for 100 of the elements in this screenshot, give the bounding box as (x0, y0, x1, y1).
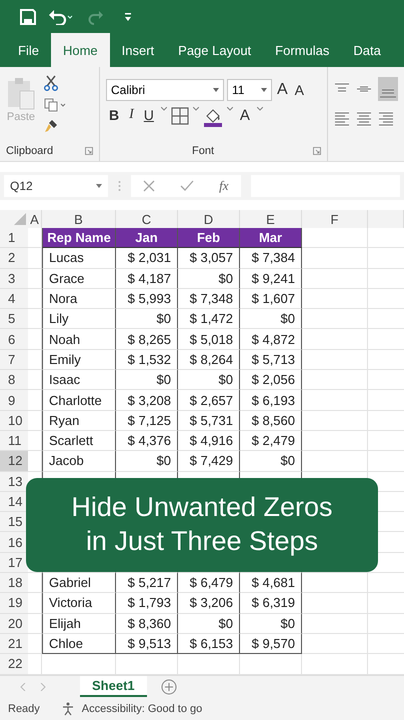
empty-cell (302, 593, 368, 614)
row-header[interactable]: 5 (0, 309, 28, 330)
empty-cell (28, 430, 42, 452)
row-header[interactable]: 8 (0, 370, 28, 390)
table-cell: $ 5,713 (240, 350, 302, 370)
empty-cell (302, 329, 368, 350)
row-header[interactable]: 13 (0, 472, 28, 492)
table-cell: $0 (240, 614, 302, 634)
fill-color-icon[interactable] (202, 107, 223, 127)
align-right-icon[interactable] (378, 111, 394, 127)
table-cell: $ 8,264 (178, 350, 240, 370)
dropdown-arrow-icon[interactable] (96, 184, 102, 188)
row-header[interactable]: 21 (0, 634, 28, 654)
bottom-align-icon[interactable] (378, 77, 398, 101)
table-cell: $ 7,384 (240, 248, 302, 269)
row-header[interactable]: 2 (0, 248, 28, 269)
row-header[interactable]: 1 (0, 228, 28, 248)
cut-icon[interactable] (44, 75, 58, 91)
copy-icon[interactable] (44, 98, 66, 112)
dialog-launcher-icon[interactable] (313, 147, 321, 155)
dialog-launcher-icon[interactable] (85, 147, 93, 155)
table-cell: $ 4,681 (240, 573, 302, 594)
table-cell: $0 (178, 614, 240, 634)
insert-function-button[interactable]: fx (219, 178, 229, 194)
table-cell: $ 8,265 (116, 329, 178, 350)
font-size-dropdown[interactable]: 11 (227, 79, 272, 101)
row-header[interactable]: 16 (0, 532, 28, 553)
status-text: Ready (8, 702, 40, 715)
dropdown-arrow-icon[interactable] (213, 88, 219, 92)
empty-cell (28, 309, 42, 330)
empty-cell (28, 329, 42, 350)
align-left-icon[interactable] (334, 111, 350, 127)
borders-icon[interactable] (170, 107, 189, 125)
empty-cell (28, 390, 42, 411)
table-cell: $ 6,319 (240, 593, 302, 614)
ribbon-tab[interactable]: Home (50, 33, 110, 67)
table-cell: $ 8,560 (240, 410, 302, 431)
column-header[interactable]: A (28, 210, 42, 228)
table-cell: $ 6,479 (178, 573, 240, 594)
row-header[interactable]: 17 (0, 552, 28, 574)
shrink-font-button[interactable]: A (292, 82, 306, 98)
empty-cell (28, 268, 42, 289)
row-header[interactable]: 12 (0, 451, 28, 472)
row-header[interactable]: 15 (0, 512, 28, 532)
table-cell: Isaac (42, 370, 116, 390)
accessibility-status[interactable]: Accessibility: Good to go (82, 702, 202, 715)
save-icon[interactable] (20, 8, 36, 24)
ribbon-tab[interactable]: Formulas (263, 33, 342, 67)
row-header[interactable]: 4 (0, 288, 28, 310)
italic-button[interactable]: I (126, 107, 137, 123)
table-cell: $0 (178, 370, 240, 390)
row-header[interactable]: 11 (0, 430, 28, 452)
row-header[interactable]: 10 (0, 410, 28, 431)
row-header[interactable]: 19 (0, 593, 28, 614)
underline-button[interactable]: U (140, 107, 157, 123)
table-cell: Gabriel (42, 573, 116, 594)
table-cell: $ 5,993 (116, 288, 178, 310)
table-cell: $ 4,376 (116, 430, 178, 452)
align-center-icon[interactable] (356, 111, 372, 127)
format-painter-icon[interactable] (44, 119, 58, 133)
undo-icon[interactable] (48, 8, 74, 24)
ribbon-tab[interactable]: File (6, 33, 51, 67)
table-cell: $ 9,241 (240, 268, 302, 289)
row-header[interactable]: 18 (0, 573, 28, 594)
table-cell: $ 8,360 (116, 614, 178, 634)
name-box[interactable]: Q12 (4, 175, 108, 197)
table-cell: $0 (116, 451, 178, 472)
empty-cell (28, 573, 42, 594)
cancel-icon[interactable] (143, 180, 156, 192)
table-cell: $ 5,217 (116, 573, 178, 594)
sheet-tab[interactable]: Sheet1 (80, 676, 147, 698)
row-header[interactable]: 3 (0, 268, 28, 289)
add-sheet-icon[interactable] (160, 678, 177, 695)
title-banner: Hide Unwanted Zeros in Just Three Steps (26, 478, 378, 572)
row-header[interactable]: 7 (0, 350, 28, 370)
enter-icon[interactable] (180, 180, 194, 192)
font-color-button[interactable]: A (236, 107, 253, 124)
empty-cell (302, 410, 368, 431)
row-header[interactable]: 20 (0, 614, 28, 634)
table-cell: $0 (178, 268, 240, 289)
bold-button[interactable]: B (106, 107, 122, 123)
grip-icon (118, 180, 121, 192)
empty-cell (302, 634, 368, 654)
row-header[interactable]: 9 (0, 390, 28, 411)
row-header[interactable]: 6 (0, 329, 28, 350)
table-cell: Grace (42, 268, 116, 289)
table-cell: $ 4,916 (178, 430, 240, 452)
dropdown-arrow-icon[interactable] (261, 88, 267, 92)
empty-cell (28, 593, 42, 614)
ribbon-tab[interactable]: Data (341, 33, 393, 67)
row-header[interactable]: 22 (0, 654, 28, 675)
customize-dropdown-icon[interactable] (124, 12, 132, 22)
ribbon-tab[interactable]: Page Layout (166, 33, 264, 67)
empty-cell (28, 248, 42, 269)
table-cell: Noah (42, 329, 116, 350)
grow-font-button[interactable]: A (275, 81, 290, 99)
column-header[interactable]: F (302, 210, 368, 228)
column-heading-cell: Feb (178, 228, 240, 248)
ribbon-tab[interactable]: Insert (110, 33, 166, 67)
font-name-dropdown[interactable]: Calibri (106, 79, 224, 101)
